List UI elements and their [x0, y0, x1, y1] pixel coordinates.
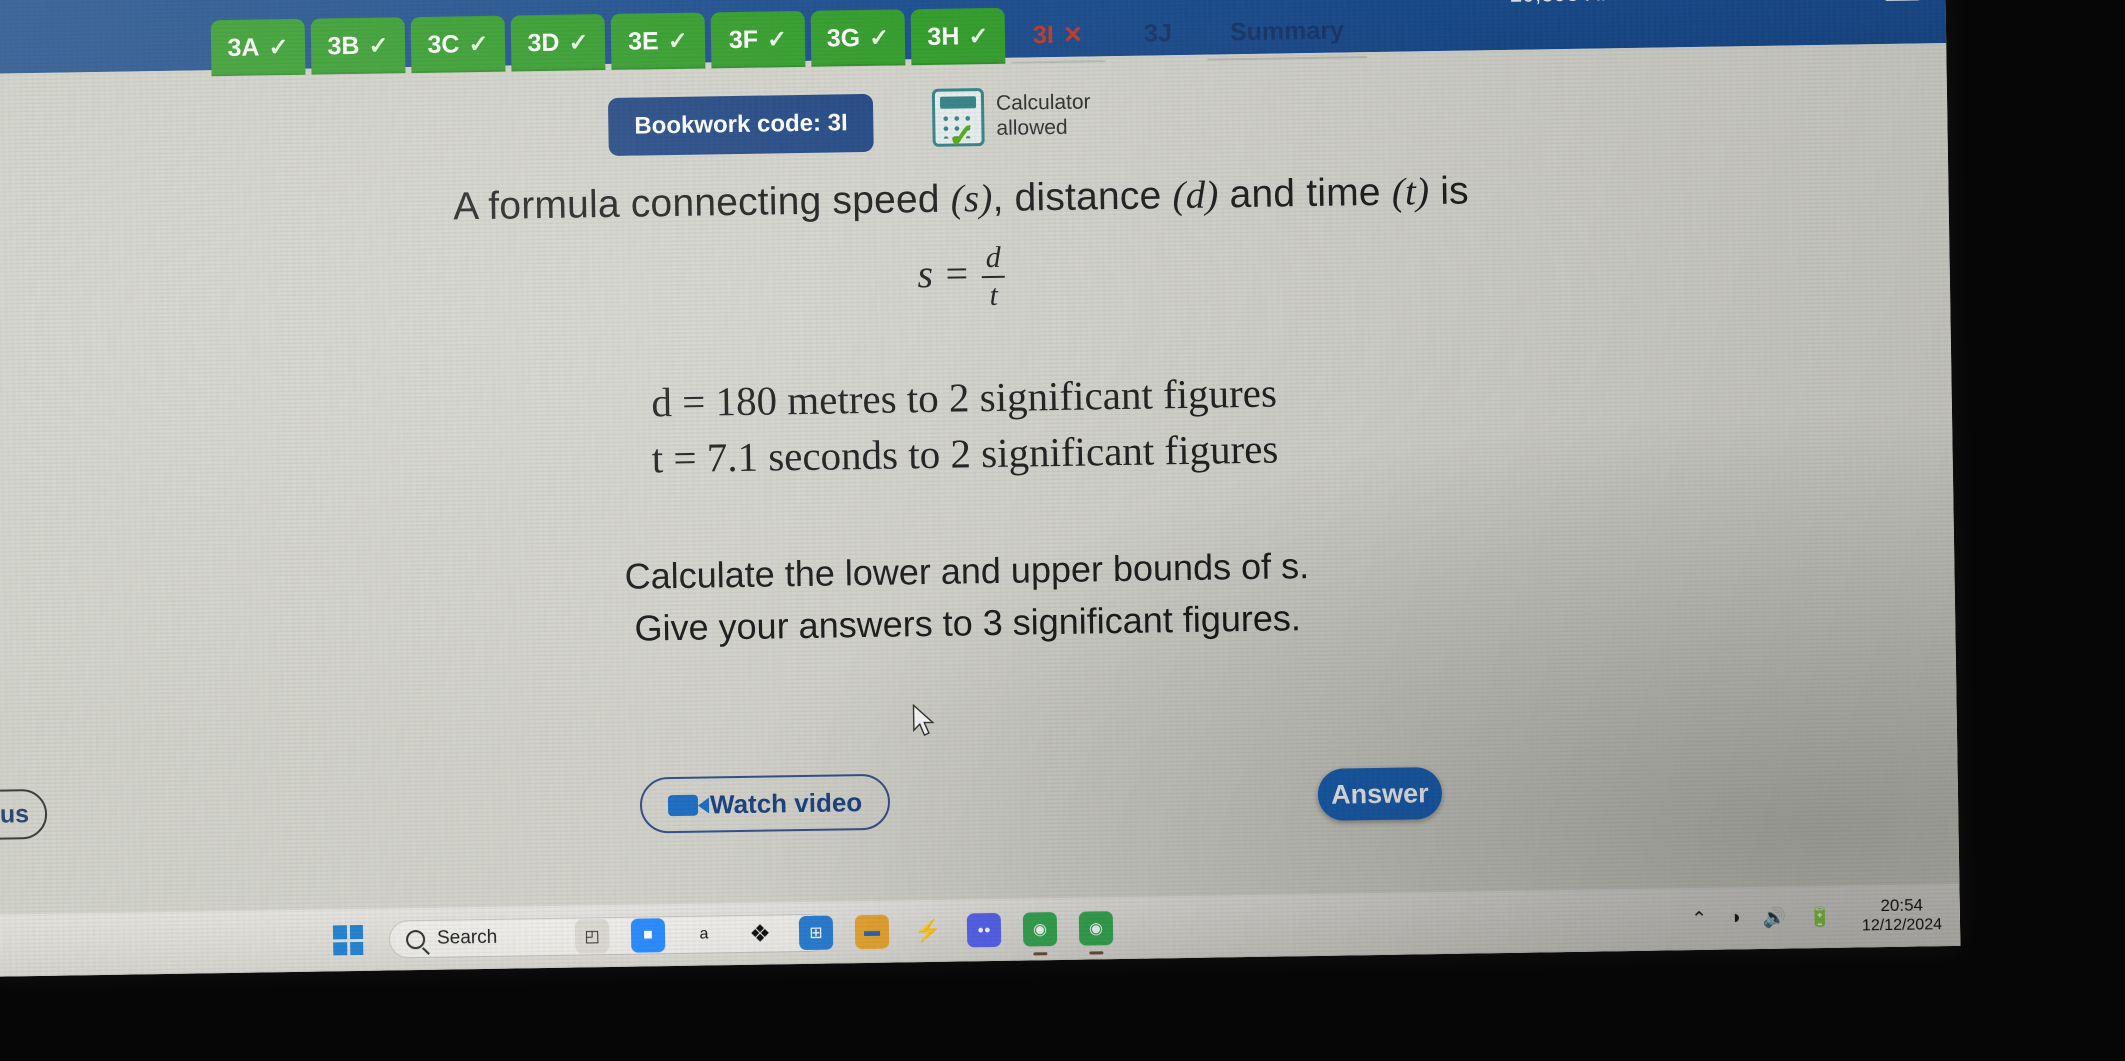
clock-time: 20:54 — [1880, 895, 1924, 916]
fraction-bar — [982, 275, 1006, 279]
video-camera-icon — [667, 794, 699, 816]
task-view-icon[interactable]: ◰ — [574, 919, 610, 954]
check-icon: ✓ — [268, 33, 289, 61]
chevron-up-icon[interactable]: ⌃ — [1691, 907, 1707, 930]
tab-label: 3J — [1143, 18, 1173, 48]
fraction: d t — [982, 240, 1006, 313]
calculator-icon: ✓ — [931, 88, 985, 156]
var-speed: (s) — [950, 176, 993, 221]
previous-button[interactable]: ious — [0, 788, 48, 841]
calculator-line-1: Calculator — [995, 90, 1091, 116]
fraction-numerator: d — [985, 240, 1001, 275]
answer-button[interactable]: Answer — [1317, 766, 1443, 821]
clock-date: 12/12/2024 — [1861, 916, 1943, 935]
tab-label: 3C — [427, 29, 460, 59]
taskbar-app-icons: ◰ ■ a ❖ ⊞ ▬ ⚡ ●● ◉ ◉ — [574, 897, 1114, 967]
tab-label: Summary — [1229, 15, 1345, 46]
tab-3g[interactable]: 3G ✓ — [810, 9, 906, 67]
acrobat-icon[interactable]: a — [687, 917, 722, 952]
question-body: A formula connecting speed (s), distance… — [0, 161, 1955, 665]
given-values: d = 180 metres to 2 significant figures … — [0, 358, 1953, 493]
check-icon: ✓ — [368, 31, 389, 60]
tab-3c[interactable]: 3C ✓ — [410, 15, 506, 74]
check-icon: ✓ — [766, 25, 788, 53]
dropbox-icon[interactable]: ❖ — [743, 916, 778, 951]
tab-3j[interactable]: 3J — [1111, 5, 1206, 62]
tab-label: 3B — [327, 31, 360, 60]
tab-label: 3H — [927, 21, 960, 51]
question-prompt: A formula connecting speed (s), distance… — [0, 161, 1949, 237]
check-icon: ✓ — [468, 30, 489, 58]
question-instructions: Calculate the lower and upper bounds of … — [0, 530, 1955, 665]
tab-label: 3F — [728, 25, 759, 54]
windows-start-icon[interactable] — [332, 924, 364, 956]
speaker-icon[interactable]: 🔊 — [1762, 906, 1786, 930]
taskbar-clock[interactable]: 20:54 12/12/2024 — [1862, 894, 1943, 937]
lightning-app-icon[interactable]: ⚡ — [911, 914, 946, 949]
tab-3b[interactable]: 3B ✓ — [310, 17, 406, 75]
system-tray: ⌃ ◑ 🔊 🔋 — [1691, 886, 1833, 950]
screen-content: rx Maths 29,595 XP Medwin Victor Menu 3A… — [0, 0, 1961, 977]
calculator-allowed: ✓ Calculator allowed — [931, 86, 1091, 156]
tab-3f[interactable]: 3F ✓ — [710, 10, 806, 69]
prompt-prefix: A formula connecting speed — [452, 177, 941, 229]
tab-3d[interactable]: 3D ✓ — [510, 14, 606, 72]
check-icon: ✓ — [868, 24, 890, 52]
tab-3e[interactable]: 3E ✓ — [610, 12, 706, 70]
var-distance: (d) — [1172, 173, 1219, 218]
calculator-line-2: allowed — [996, 115, 1068, 140]
file-explorer-icon[interactable]: ▬ — [854, 914, 890, 950]
zoom-icon[interactable]: ■ — [630, 918, 666, 953]
tab-label: 3A — [227, 32, 260, 62]
battery-charging-icon[interactable]: 🔋 — [1808, 905, 1832, 929]
tab-label: 3I — [1032, 20, 1055, 49]
tab-label: 3E — [627, 26, 659, 56]
calculator-allowed-text: Calculator allowed — [996, 91, 1091, 142]
app-logo: rx Maths — [10, 0, 154, 4]
var-time: (t) — [1391, 170, 1430, 214]
watch-video-button[interactable]: Watch video — [639, 773, 891, 834]
monitor-photo: rx Maths 29,595 XP Medwin Victor Menu 3A… — [0, 0, 2125, 1061]
watch-video-label: Watch video — [709, 786, 863, 819]
check-icon: ✓ — [968, 22, 989, 50]
question-page: 3A ✓ 3B ✓ 3C ✓ 3D ✓ 3E ✓ 3F ✓ 3G ✓ 3H ✓ 3I ✕ 3J S… — [0, 7, 1961, 977]
chrome-icon[interactable]: ◉ — [1022, 912, 1058, 947]
search-placeholder: Search — [436, 926, 498, 949]
tab-3h[interactable]: 3H ✓ — [910, 7, 1006, 66]
tab-3i[interactable]: 3I ✕ — [1011, 6, 1106, 63]
tab-summary[interactable]: Summary — [1207, 2, 1368, 61]
tab-3a[interactable]: 3A ✓ — [210, 18, 306, 77]
fraction-denominator: t — [989, 278, 999, 313]
prompt-mid: , distance — [992, 174, 1162, 220]
prompt-suffix: is — [1439, 169, 1470, 213]
tab-label: 3D — [527, 28, 560, 57]
cross-icon: ✕ — [1062, 21, 1084, 49]
microsoft-store-icon[interactable]: ⊞ — [798, 915, 834, 951]
formula-lhs: s = — [917, 250, 971, 297]
wifi-icon[interactable]: ◑ — [1729, 907, 1741, 929]
chrome-active-icon[interactable]: ◉ — [1078, 911, 1114, 946]
check-icon: ✓ — [667, 27, 689, 55]
bookwork-code-badge: Bookwork code: 3I — [607, 93, 875, 156]
prompt-and: and time — [1229, 170, 1382, 217]
discord-icon[interactable]: ●● — [966, 912, 1002, 948]
magnifier-icon — [405, 929, 426, 949]
formula: s = d t — [0, 228, 1950, 327]
check-icon: ✓ — [568, 28, 589, 57]
tab-label: 3G — [826, 23, 861, 53]
